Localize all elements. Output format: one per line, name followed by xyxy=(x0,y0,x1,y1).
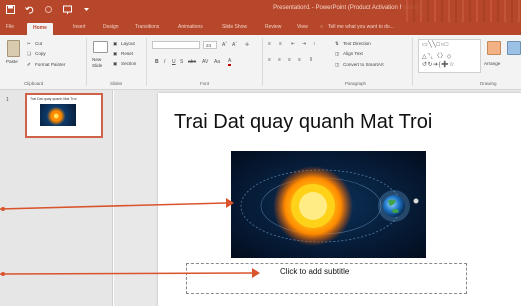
smartart-icon: ◫ xyxy=(335,62,340,67)
ribbon: Paste ✂ Cut ❏ Copy ✐ Format Painter Clip… xyxy=(0,35,521,90)
arrange-button[interactable]: Arrange xyxy=(484,61,500,66)
shrink-font-icon[interactable]: Aˇ xyxy=(232,42,237,48)
arrange-icon[interactable] xyxy=(487,41,501,55)
lightbulb-icon: ○ xyxy=(320,24,324,30)
section-icon: ▣ xyxy=(113,61,118,66)
align-text-icon: ◫ xyxy=(335,51,340,56)
cut-button[interactable]: Cut xyxy=(35,41,42,46)
ribbon-tabs: File Home Insert Design Transitions Anim… xyxy=(0,22,521,35)
reset-icon: ▣ xyxy=(113,51,118,56)
numbering-icon[interactable]: ≡ xyxy=(279,41,282,47)
title-bar-decoration xyxy=(401,0,521,22)
new-slide-button[interactable]: New Slide xyxy=(92,57,112,69)
sun-earth-illustration xyxy=(240,166,419,246)
tab-design[interactable]: Design xyxy=(103,24,119,30)
decrease-indent-icon[interactable]: ⇤ xyxy=(291,41,295,47)
format-painter-button[interactable]: Format Painter xyxy=(35,62,65,67)
tell-me-search[interactable]: Tell me what you want to do... xyxy=(328,24,394,30)
columns-icon[interactable]: ‖ xyxy=(310,57,312,63)
slide-number: 1 xyxy=(6,97,9,103)
tab-animations[interactable]: Animations xyxy=(178,24,203,30)
bullets-icon[interactable]: ≡ xyxy=(268,41,271,47)
clipboard-group-label: Clipboard xyxy=(24,81,44,86)
text-direction-button[interactable]: Text Direction xyxy=(343,41,371,46)
shapes-row-2: △⌝⌞〈〉◇ xyxy=(422,54,452,60)
paste-button[interactable]: Paste xyxy=(6,59,18,64)
font-size-value: 24 xyxy=(206,43,212,48)
layout-button[interactable]: Layout xyxy=(121,41,135,46)
grow-font-icon[interactable]: Aˆ xyxy=(222,42,227,48)
tab-home[interactable]: Home xyxy=(27,23,53,35)
character-spacing-icon[interactable]: AV xyxy=(202,59,208,65)
title-bar: Presentation1 - PowerPoint (Product Acti… xyxy=(0,0,521,22)
group-separator xyxy=(86,38,87,86)
tab-slide-show[interactable]: Slide Show xyxy=(222,24,247,30)
copy-icon: ❏ xyxy=(27,51,32,56)
text-direction-icon: ⇅ xyxy=(335,41,339,46)
align-left-icon[interactable]: ≡ xyxy=(268,57,271,63)
thumbnail-title: Trai Dat quay quanh Mat Troi xyxy=(30,97,77,101)
layout-icon: ▣ xyxy=(113,41,118,46)
font-color-icon[interactable]: A xyxy=(228,59,232,66)
shapes-row-1: ▭╲╲□○□ xyxy=(422,42,449,48)
increase-indent-icon[interactable]: ⇥ xyxy=(302,41,306,47)
font-size-combo[interactable]: 24 xyxy=(203,41,217,49)
shapes-gallery[interactable]: ▭╲╲□○□ △⌝⌞〈〉◇ ↺↻➔{➕☆ xyxy=(418,39,481,73)
tab-file[interactable]: File xyxy=(6,24,14,30)
paragraph-group-label: Paragraph xyxy=(345,81,367,86)
justify-icon[interactable]: ≡ xyxy=(298,57,301,63)
shapes-row-3: ↺↻➔{➕☆ xyxy=(422,62,455,68)
copy-button[interactable]: Copy xyxy=(35,51,46,56)
thumbnail-image xyxy=(40,104,76,126)
section-button[interactable]: Section xyxy=(121,61,136,66)
tab-insert[interactable]: Insert xyxy=(73,24,86,30)
shadow-icon[interactable]: S xyxy=(180,59,183,65)
quick-styles-icon[interactable] xyxy=(507,41,521,55)
slide-title[interactable]: Trai Dat quay quanh Mat Troi xyxy=(174,111,432,134)
align-right-icon[interactable]: ≡ xyxy=(288,57,291,63)
align-text-button[interactable]: Align Text xyxy=(343,51,363,56)
italic-icon[interactable]: I xyxy=(164,59,165,65)
clear-formatting-icon[interactable]: ✛ xyxy=(245,42,249,48)
tab-view[interactable]: View xyxy=(297,24,308,30)
font-name-combo[interactable] xyxy=(152,41,200,49)
convert-smartart-button[interactable]: Convert to SmartArt xyxy=(343,62,384,67)
scissors-icon: ✂ xyxy=(27,41,31,46)
subtitle-placeholder[interactable]: Click to add subtitle xyxy=(280,267,349,276)
underline-icon[interactable]: U xyxy=(172,59,176,65)
group-separator xyxy=(262,38,263,86)
paste-icon[interactable] xyxy=(7,40,20,57)
bold-icon[interactable]: B xyxy=(155,59,159,65)
slides-group-label: Slides xyxy=(110,81,123,86)
tab-transitions[interactable]: Transitions xyxy=(135,24,159,30)
tab-review[interactable]: Review xyxy=(265,24,281,30)
solar-system-image[interactable] xyxy=(231,151,426,258)
change-case-icon[interactable]: Aa xyxy=(214,59,220,65)
format-painter-icon: ✐ xyxy=(27,62,31,67)
group-separator xyxy=(412,38,413,86)
slide-thumbnail[interactable]: Trai Dat quay quanh Mat Troi xyxy=(25,93,103,138)
font-group-label: Font xyxy=(200,81,210,86)
new-slide-icon[interactable] xyxy=(93,41,108,53)
drawing-group-label: Drawing xyxy=(480,81,497,86)
reset-button[interactable]: Reset xyxy=(121,51,133,56)
group-separator xyxy=(146,38,147,86)
align-center-icon[interactable]: ≡ xyxy=(278,57,281,63)
strikethrough-icon[interactable]: abc xyxy=(188,59,196,65)
line-spacing-icon[interactable]: ↕ xyxy=(313,41,316,47)
